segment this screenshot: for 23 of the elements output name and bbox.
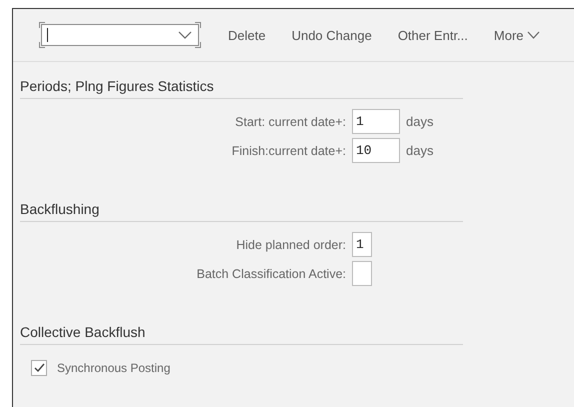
check-icon <box>34 363 44 373</box>
toolbar-button[interactable]: More <box>480 28 553 42</box>
section-title: Collective Backflush <box>20 324 463 345</box>
input-field[interactable] <box>352 261 372 286</box>
section-title: Periods; Plng Figures Statistics <box>20 78 463 99</box>
input-field[interactable]: 10 <box>352 138 400 163</box>
section-title: Backflushing <box>20 201 463 222</box>
checkbox-label: Synchronous Posting <box>57 361 170 375</box>
field-label: Finish:current date+: <box>230 144 346 158</box>
chevron-down-icon <box>178 31 192 39</box>
toolbar-button[interactable]: Other Entr... <box>384 28 481 42</box>
chevron-down-icon <box>526 31 540 39</box>
toolbar-button[interactable]: Undo Change <box>278 28 385 42</box>
unit-label: days <box>406 114 434 129</box>
combobox[interactable] <box>39 22 201 48</box>
field-label: Start: current date+: <box>234 114 346 128</box>
unit-label: days <box>406 143 434 158</box>
input-field[interactable]: 1 <box>352 109 400 134</box>
input-field[interactable]: 1 <box>352 232 372 257</box>
checkbox[interactable] <box>31 360 47 376</box>
toolbar-button[interactable]: Delete <box>215 28 279 42</box>
field-label: Hide planned order: <box>235 238 346 252</box>
field-label: Batch Classification Active: <box>196 266 346 280</box>
